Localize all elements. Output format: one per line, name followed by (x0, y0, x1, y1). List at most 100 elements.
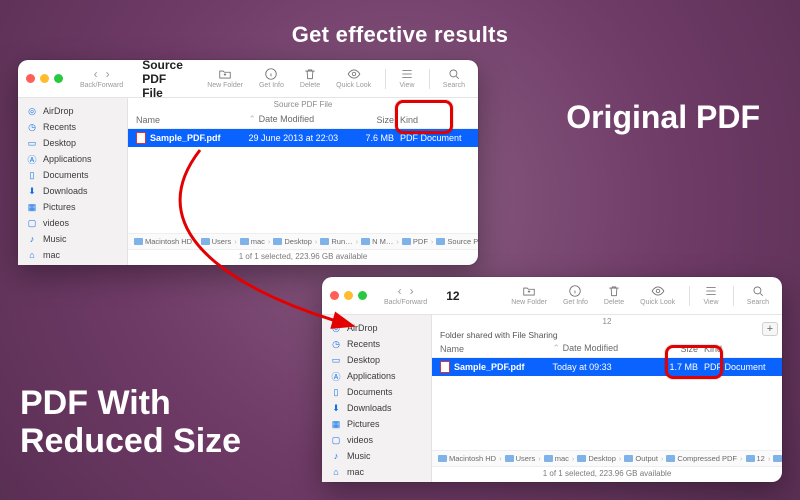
col-date[interactable]: ⌃ Date Modified (249, 114, 340, 125)
sidebar-item[interactable]: ▦Pictures (322, 416, 431, 432)
minimize-button[interactable] (40, 74, 49, 83)
file-list: Sample_PDF.pdf 29 June 2013 at 22:03 7.6… (128, 129, 478, 233)
list-icon (400, 68, 414, 80)
close-button[interactable] (26, 74, 35, 83)
sidebar-item[interactable]: ◷Recents (18, 119, 127, 135)
path-segment[interactable]: N M… (361, 237, 393, 246)
back-forward-label: Back/Forward (80, 82, 123, 89)
sidebar-item[interactable]: ▢videos (322, 432, 431, 448)
chevron-right-icon: › (538, 454, 541, 463)
share-message: Folder shared with File Sharing (432, 328, 782, 340)
path-label: mac (251, 237, 265, 246)
toolbar-label: Delete (604, 299, 624, 306)
folder-plus-icon (218, 68, 232, 80)
path-segment[interactable]: mac (544, 454, 569, 463)
path-segment[interactable]: PDF (402, 237, 428, 246)
path-label: N M… (372, 237, 393, 246)
get-info-button[interactable]: Get Info (558, 285, 593, 306)
close-button[interactable] (330, 291, 339, 300)
view-button[interactable]: View (394, 68, 419, 89)
search-button[interactable]: Search (438, 68, 470, 89)
sidebar-item-label: videos (347, 435, 373, 445)
new-folder-button[interactable]: New Folder (202, 68, 248, 89)
path-segment[interactable]: Macintosh HD (134, 237, 192, 246)
sidebar-item[interactable]: ⬇Downloads (322, 400, 431, 416)
path-segment[interactable]: Users (201, 237, 232, 246)
quick-look-button[interactable]: Quick Look (331, 68, 376, 89)
add-button[interactable]: + (762, 322, 778, 336)
file-row[interactable]: Sample_PDF.pdf Today at 09:33 1.7 MB PDF… (432, 358, 782, 376)
search-button[interactable]: Search (742, 285, 774, 306)
sidebar-item[interactable]: ⬇Downloads (18, 183, 127, 199)
new-folder-button[interactable]: New Folder (506, 285, 552, 306)
sidebar-item[interactable]: ▢PDF File Compressor (322, 480, 431, 482)
back-forward[interactable]: ‹› Back/Forward (75, 68, 128, 89)
file-kind: PDF Document (400, 133, 470, 143)
search-icon (447, 68, 461, 80)
path-segment[interactable]: 12 (746, 454, 765, 463)
sidebar-item[interactable]: ▯Documents (322, 384, 431, 400)
sidebar-item[interactable]: ▢PDF File Compressor (18, 263, 127, 265)
sidebar-item[interactable]: ◎AirDrop (18, 103, 127, 119)
toolbar-label: Quick Look (640, 299, 675, 306)
sidebar-item[interactable]: ▢videos (18, 215, 127, 231)
col-date[interactable]: ⌃ Date Modified (553, 343, 644, 354)
sidebar-item[interactable]: ▭Desktop (322, 352, 431, 368)
col-name[interactable]: Name (136, 115, 249, 125)
location-subtitle: 12 (432, 315, 782, 328)
window-controls (330, 291, 367, 300)
path-label: PDF (413, 237, 428, 246)
chevron-left-icon: ‹ (396, 285, 404, 297)
sidebar-item[interactable]: ♪Music (322, 448, 431, 464)
path-segment[interactable]: Compressed PDF (666, 454, 737, 463)
doc-icon: ▯ (26, 169, 38, 181)
col-name[interactable]: Name (440, 344, 553, 354)
path-segment[interactable]: Macintosh HD (438, 454, 496, 463)
sidebar-item[interactable]: ⌂mac (18, 247, 127, 263)
sidebar-item[interactable]: ▦Pictures (18, 199, 127, 215)
sidebar-item[interactable]: ⒶApplications (18, 151, 127, 167)
path-segment[interactable]: Source PDF File (436, 237, 478, 246)
path-segment[interactable]: Desktop (273, 237, 312, 246)
delete-button[interactable]: Delete (599, 285, 629, 306)
col-size[interactable]: Size (340, 115, 400, 125)
path-label: Source PDF File (447, 237, 478, 246)
chevron-right-icon: › (499, 454, 502, 463)
sidebar-item[interactable]: ◷Recents (322, 336, 431, 352)
sidebar: ◎AirDrop◷Recents▭DesktopⒶApplications▯Do… (322, 315, 432, 482)
back-forward[interactable]: ‹› Back/Forward (379, 285, 432, 306)
sidebar-item[interactable]: ◎AirDrop (322, 320, 431, 336)
sidebar-item[interactable]: ⒶApplications (322, 368, 431, 384)
path-label: Users (212, 237, 232, 246)
path-segment[interactable]: mac (240, 237, 265, 246)
view-button[interactable]: View (698, 285, 723, 306)
airdrop-icon: ◎ (330, 322, 342, 334)
zoom-button[interactable] (358, 291, 367, 300)
sidebar-item-label: Recents (347, 339, 380, 349)
zoom-button[interactable] (54, 74, 63, 83)
folder-icon (505, 455, 514, 462)
caption-reduced: PDF With Reduced Size (20, 385, 241, 460)
chevron-right-icon: › (195, 237, 198, 246)
delete-button[interactable]: Delete (295, 68, 325, 89)
sidebar-item[interactable]: ▯Documents (18, 167, 127, 183)
file-name: Sample_PDF.pdf (150, 133, 221, 143)
sidebar-item[interactable]: ♪Music (18, 231, 127, 247)
path-segment[interactable]: Sample_PDF.pdf (773, 454, 782, 463)
get-info-button[interactable]: Get Info (254, 68, 289, 89)
path-segment[interactable]: Run… (320, 237, 352, 246)
toolbar-label: View (399, 82, 414, 89)
folder-icon (201, 238, 210, 245)
quick-look-button[interactable]: Quick Look (635, 285, 680, 306)
sidebar-item[interactable]: ▭Desktop (18, 135, 127, 151)
search-icon (751, 285, 765, 297)
toolbar-label: Search (747, 299, 769, 306)
path-segment[interactable]: Desktop (577, 454, 616, 463)
path-segment[interactable]: Users (505, 454, 536, 463)
folder-icon (320, 238, 329, 245)
sidebar-item[interactable]: ⌂mac (322, 464, 431, 480)
path-segment[interactable]: Output (624, 454, 658, 463)
folder-icon (438, 455, 447, 462)
pdf-icon (440, 361, 450, 373)
minimize-button[interactable] (344, 291, 353, 300)
